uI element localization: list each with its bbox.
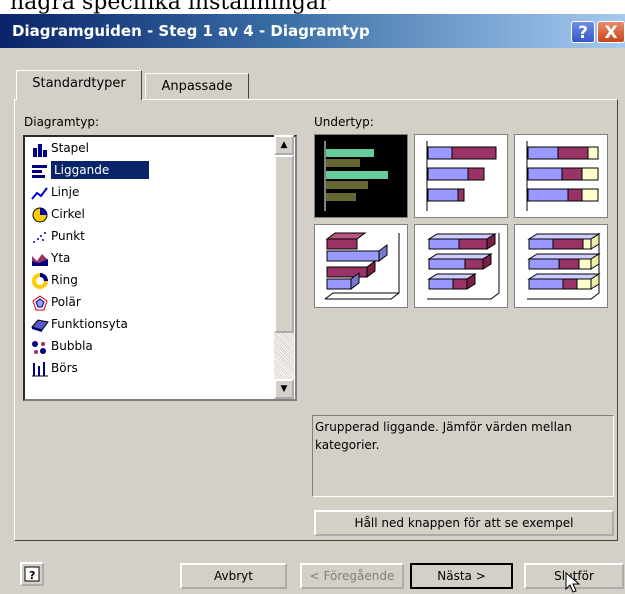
list-item-punkt[interactable]: Punkt — [31, 225, 85, 247]
list-item-bubbla[interactable]: Bubbla — [31, 335, 93, 357]
line-chart-icon — [31, 185, 49, 201]
list-item-ring[interactable]: Ring — [31, 269, 78, 291]
list-item-label: Funktionsyta — [51, 317, 128, 331]
chart-type-label: Diagramtyp: — [24, 115, 99, 129]
cancel-button[interactable]: Avbryt — [180, 563, 287, 589]
doughnut-chart-icon — [31, 272, 49, 289]
pie-chart-icon — [31, 207, 49, 223]
list-item-label: Liggande — [51, 161, 150, 179]
list-item-label: Stapel — [51, 141, 90, 155]
list-item-linje[interactable]: Linje — [31, 181, 79, 203]
3d-clustered-bar-icon — [324, 232, 400, 300]
subtype-100-stacked-bar[interactable] — [514, 134, 608, 218]
list-item-polar[interactable]: Polär — [31, 291, 81, 313]
window-title: Diagramguiden - Steg 1 av 4 - Diagramtyp — [12, 22, 370, 40]
clustered-bar-icon — [324, 141, 388, 211]
back-button[interactable]: < Föregående — [300, 563, 404, 589]
help-question-icon: ? — [24, 566, 40, 582]
scroll-down-button[interactable]: ▼ — [274, 379, 294, 399]
background-text: några specifika inställningar — [10, 0, 330, 15]
list-item-cirkel[interactable]: Cirkel — [31, 203, 85, 225]
100-stacked-bar-icon — [526, 141, 599, 211]
list-item-stapel[interactable]: Stapel — [31, 137, 89, 159]
subtype-3d-100-stacked-bar[interactable] — [514, 224, 608, 308]
area-chart-icon — [31, 251, 49, 267]
subtype-stacked-bar[interactable] — [414, 134, 508, 218]
help-button[interactable]: ? — [571, 21, 595, 43]
list-item-liggande[interactable]: Liggande — [31, 159, 150, 181]
3d-100-stacked-bar-icon — [527, 233, 601, 300]
stock-chart-icon — [31, 361, 49, 377]
chart-type-list[interactable]: Stapel Liggande Linje Cirkel Punkt Yta R… — [23, 135, 297, 401]
3d-stacked-bar-icon — [427, 233, 500, 300]
list-item-yta[interactable]: Yta — [31, 247, 70, 269]
subtype-clustered-bar[interactable] — [314, 134, 408, 218]
subtype-label: Undertyp: — [314, 115, 374, 129]
stacked-bar-icon — [426, 141, 497, 211]
list-item-label: Bubbla — [51, 339, 93, 353]
preview-button[interactable]: Håll ned knappen för att se exempel — [314, 510, 614, 536]
list-item-label: Cirkel — [51, 207, 85, 221]
bar-chart-icon — [31, 163, 49, 179]
mouse-cursor-icon — [565, 572, 581, 593]
list-item-bors[interactable]: Börs — [31, 357, 78, 379]
list-item-label: Yta — [51, 251, 71, 265]
next-button[interactable]: Nästa > — [410, 563, 513, 589]
close-button[interactable]: X — [597, 21, 625, 43]
office-assistant-button[interactable]: ? — [20, 562, 44, 586]
radar-chart-icon — [31, 294, 49, 311]
tab-standard-types[interactable]: Standardtyper — [16, 70, 142, 100]
subtype-3d-stacked-bar[interactable] — [414, 224, 508, 308]
list-item-label: Börs — [51, 361, 78, 375]
list-item-label: Polär — [51, 295, 81, 309]
subtype-3d-clustered-bar[interactable] — [314, 224, 408, 308]
scroll-up-button[interactable]: ▲ — [274, 135, 294, 155]
scroll-thumb[interactable] — [274, 155, 294, 333]
scatter-chart-icon — [31, 229, 49, 245]
bubble-chart-icon — [31, 339, 49, 355]
column-chart-icon — [31, 141, 49, 157]
surface-chart-icon — [31, 317, 49, 333]
list-item-label: Punkt — [51, 229, 85, 243]
list-item-funktionsyta[interactable]: Funktionsyta — [31, 313, 128, 335]
list-item-label: Linje — [51, 185, 80, 199]
subtype-description: Grupperad liggande. Jämför värden mellan… — [312, 415, 614, 497]
tab-custom-types[interactable]: Anpassade — [145, 73, 249, 99]
list-item-label: Ring — [51, 273, 78, 287]
svg-text:?: ? — [29, 569, 35, 582]
